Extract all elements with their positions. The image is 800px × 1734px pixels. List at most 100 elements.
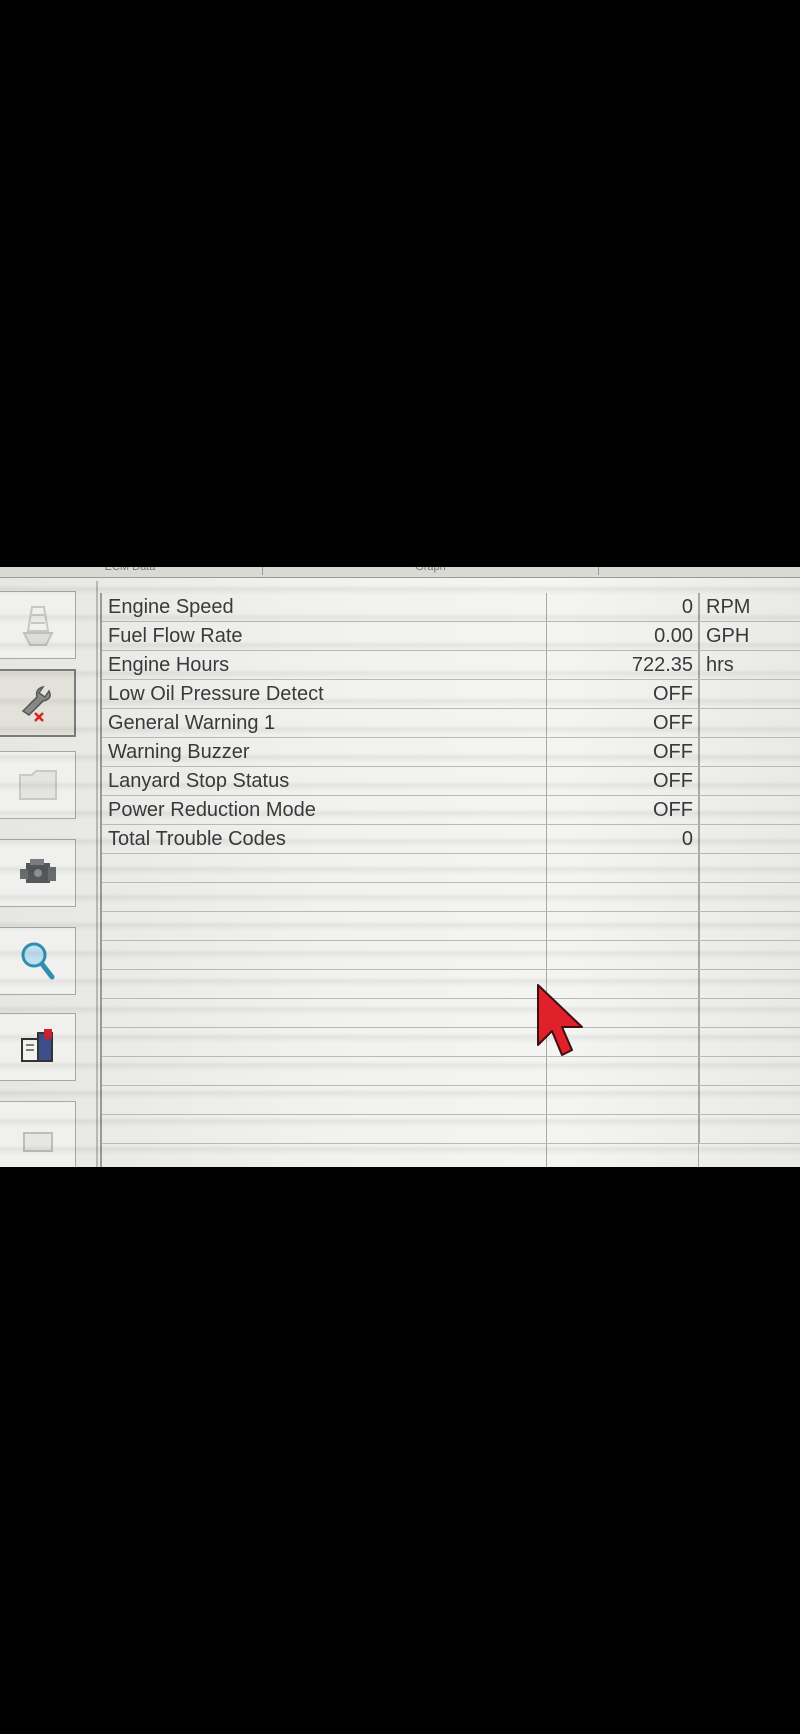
table-row[interactable] — [102, 854, 800, 883]
parameter-value: 0.00 — [654, 625, 693, 647]
table-row[interactable]: Power Reduction Mode OFF — [102, 796, 800, 825]
parameter-label — [108, 912, 546, 940]
toolbar-button-engine[interactable] — [0, 839, 76, 907]
parameter-unit — [699, 825, 799, 853]
parameter-label — [108, 854, 546, 882]
parameter-value-cell — [546, 912, 799, 940]
parameter-label: General Warning 1 — [108, 712, 276, 734]
parameter-value-cell — [546, 1115, 799, 1143]
toolbar-button-document[interactable] — [0, 1101, 76, 1167]
parameter-value-cell: 0 RPM — [546, 593, 799, 621]
parameter-value-cell — [546, 941, 799, 969]
parameter-unit — [699, 709, 799, 737]
parameter-label: Power Reduction Mode — [108, 799, 316, 821]
table-row[interactable] — [102, 912, 800, 941]
table-row[interactable]: Fuel Flow Rate 0.00 GPH — [102, 622, 800, 651]
parameter-unit — [699, 1028, 799, 1056]
parameter-value-cell: OFF — [546, 767, 799, 795]
parameter-value-cell — [546, 1057, 799, 1085]
parameter-unit — [699, 1057, 799, 1085]
parameter-unit — [699, 1115, 799, 1143]
parameter-unit — [699, 738, 799, 766]
table-row[interactable] — [102, 883, 800, 912]
parameter-label: Engine Hours — [108, 654, 230, 676]
side-toolbar — [0, 581, 98, 1167]
parameter-unit: hrs — [699, 651, 799, 679]
wrench-fault-icon — [21, 685, 51, 722]
table-row[interactable]: Total Trouble Codes 0 — [102, 825, 800, 854]
parameter-label — [108, 1057, 546, 1085]
parameter-value-cell: OFF — [546, 738, 799, 766]
parameter-unit: RPM — [699, 593, 799, 621]
manual-book-icon — [20, 1029, 53, 1062]
parameter-label — [108, 970, 546, 998]
parameter-label: Warning Buzzer — [108, 741, 250, 763]
tab-graph[interactable]: Graph — [262, 567, 599, 575]
parameter-unit — [699, 680, 799, 708]
table-row[interactable] — [102, 1057, 800, 1086]
parameter-unit — [699, 796, 799, 824]
table-row[interactable]: Lanyard Stop Status OFF — [102, 767, 800, 796]
parameter-value-cell: 722.35 hrs — [546, 651, 799, 679]
tab-other[interactable] — [599, 567, 800, 575]
parameter-unit — [699, 1086, 799, 1114]
parameter-label: Low Oil Pressure Detect — [108, 683, 324, 705]
toolbar-button-manual[interactable] — [0, 1013, 76, 1081]
parameter-label — [108, 883, 546, 911]
parameter-label — [108, 1115, 546, 1143]
parameter-label: Fuel Flow Rate — [108, 625, 243, 647]
parameter-value-cell: 0.00 GPH — [546, 622, 799, 650]
table-row[interactable] — [102, 1086, 800, 1115]
folder-icon — [18, 770, 57, 800]
boat-icon — [21, 606, 54, 646]
table-row[interactable] — [102, 1028, 800, 1057]
table-row[interactable]: Engine Speed 0 RPM — [102, 593, 800, 622]
parameter-value: OFF — [653, 799, 693, 821]
ecm-data-table: Engine Speed 0 RPM Fuel Flow Rate 0.00 GPH Eng… — [100, 593, 800, 1167]
parameter-label: Engine Speed — [108, 596, 234, 618]
parameter-unit — [699, 970, 799, 998]
table-row[interactable] — [102, 970, 800, 999]
parameter-value: 0 — [681, 828, 693, 850]
parameter-value-cell: OFF — [546, 709, 799, 737]
parameter-value-cell: 0 — [546, 825, 799, 853]
magnifier-icon — [21, 942, 54, 980]
parameter-value: 722.35 — [631, 654, 693, 676]
table-row[interactable] — [102, 999, 800, 1028]
parameter-value-cell: OFF — [546, 680, 799, 708]
parameter-label — [108, 1028, 546, 1056]
table-row[interactable]: General Warning 1 OFF — [102, 709, 800, 738]
toolbar-button-boat[interactable] — [0, 591, 76, 659]
table-row[interactable]: Low Oil Pressure Detect OFF — [102, 680, 800, 709]
mouse-cursor-icon — [537, 984, 583, 1056]
engine-icon — [19, 859, 56, 883]
parameter-label — [108, 999, 546, 1027]
document-icon — [22, 1132, 53, 1152]
parameter-value-cell — [546, 883, 799, 911]
parameter-value-cell: OFF — [546, 796, 799, 824]
toolbar-button-folder[interactable] — [0, 751, 76, 819]
parameter-value-cell — [546, 1086, 799, 1114]
table-row[interactable]: Warning Buzzer OFF — [102, 738, 800, 767]
toolbar-button-search[interactable] — [0, 927, 76, 995]
table-row[interactable]: Engine Hours 722.35 hrs — [102, 651, 800, 680]
table-row[interactable] — [102, 941, 800, 970]
parameter-value: OFF — [653, 683, 693, 705]
parameter-unit — [699, 854, 799, 882]
parameter-label — [108, 1086, 546, 1114]
parameter-label: Lanyard Stop Status — [108, 770, 290, 792]
parameter-value: OFF — [653, 712, 693, 734]
parameter-value-cell — [546, 854, 799, 882]
parameter-label: Total Trouble Codes — [108, 828, 286, 850]
parameter-unit — [699, 767, 799, 795]
parameter-unit — [699, 883, 799, 911]
parameter-unit — [699, 941, 799, 969]
parameter-unit: GPH — [699, 622, 799, 650]
diagnostic-screen: ECM Data Graph Engine Speed 0 RPM Fuel F… — [0, 567, 800, 1167]
parameter-label — [108, 941, 546, 969]
table-row[interactable] — [102, 1115, 800, 1144]
toolbar-button-fault[interactable] — [0, 669, 76, 737]
tab-ecm-data[interactable]: ECM Data — [0, 567, 260, 575]
parameter-value: OFF — [653, 770, 693, 792]
tab-bar: ECM Data Graph — [0, 567, 800, 578]
